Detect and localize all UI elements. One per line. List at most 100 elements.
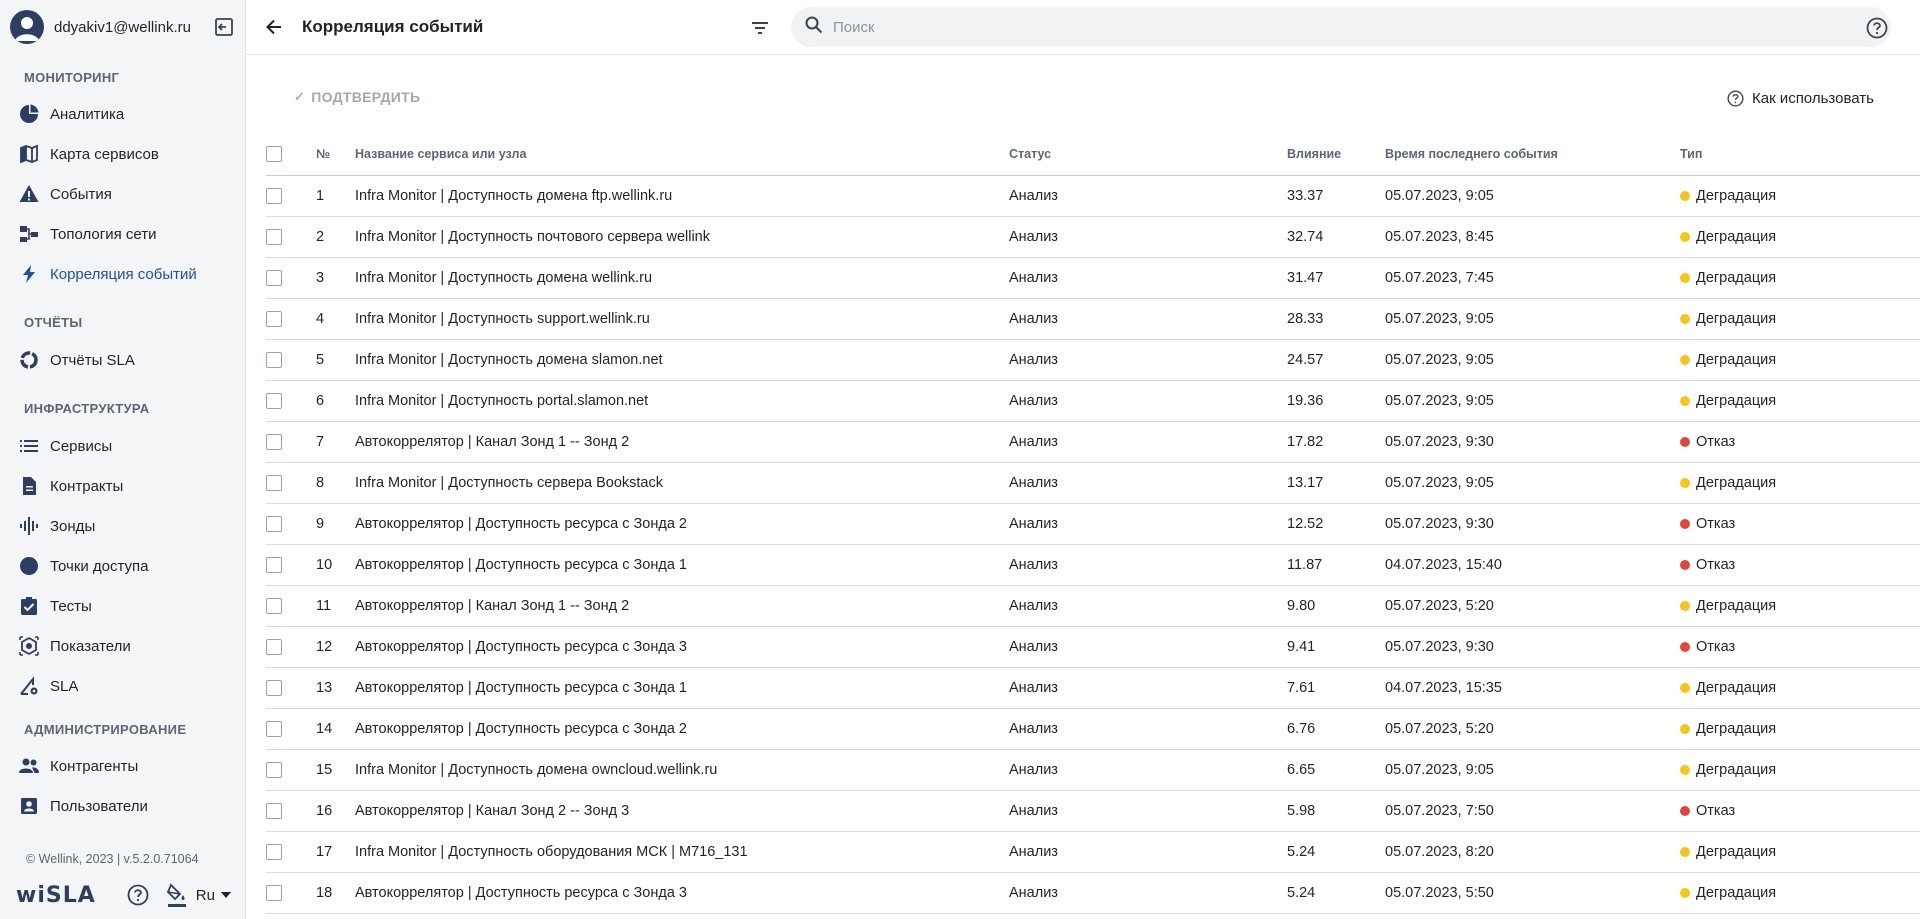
row-checkbox[interactable]	[266, 680, 282, 696]
row-checkbox[interactable]	[266, 311, 282, 327]
table-row[interactable]: 16 Автокоррелятор | Канал Зонд 2 -- Зонд …	[266, 791, 1920, 832]
row-checkbox[interactable]	[266, 434, 282, 450]
table-row[interactable]: 9 Автокоррелятор | Доступность ресурса с …	[266, 504, 1920, 545]
sidebar-item-events[interactable]: События	[0, 174, 245, 214]
service-name[interactable]: Автокоррелятор | Канал Зонд 2 -- Зонд 3	[355, 803, 1009, 819]
service-name[interactable]: Автокоррелятор | Канал Зонд 1 -- Зонд 2	[355, 598, 1009, 614]
row-checkbox[interactable]	[266, 762, 282, 778]
paint-bucket-icon[interactable]	[166, 882, 188, 908]
table-row[interactable]: 10 Автокоррелятор | Доступность ресурса с…	[266, 545, 1920, 586]
how-to-use-link[interactable]: Как использовать	[1726, 89, 1874, 107]
table-row[interactable]: 14 Автокоррелятор | Доступность ресурса с…	[266, 709, 1920, 750]
impact-value: 13.17	[1287, 475, 1324, 491]
search-input[interactable]	[833, 18, 1833, 36]
last-event-time: 05.07.2023, 9:05	[1385, 393, 1494, 409]
table-row[interactable]: 2 Infra Monitor | Доступность почтового с…	[266, 217, 1920, 258]
service-name[interactable]: Автокоррелятор | Доступность ресурса с З…	[355, 721, 1009, 737]
sidebar-item-analytics[interactable]: Аналитика	[0, 94, 245, 134]
column-header-last-event[interactable]: Время последнего события	[1385, 147, 1680, 161]
column-header-name[interactable]: Название сервиса или узла	[355, 147, 1009, 161]
type-label: Деградация	[1696, 680, 1777, 696]
service-name[interactable]: Автокоррелятор | Доступность ресурса с З…	[355, 885, 1009, 901]
row-checkbox[interactable]	[266, 598, 282, 614]
row-checkbox[interactable]	[266, 188, 282, 204]
column-header-num[interactable]: №	[316, 147, 355, 161]
column-header-type[interactable]: Тип	[1680, 147, 1880, 161]
row-select-cell	[266, 434, 316, 450]
service-name[interactable]: Infra Monitor | Доступность сервера Book…	[355, 475, 1009, 491]
column-header-status[interactable]: Статус	[1009, 147, 1287, 161]
help-icon[interactable]	[1864, 15, 1890, 41]
type-cell: Деградация	[1680, 188, 1880, 204]
table-row[interactable]: 17 Infra Monitor | Доступность оборудован…	[266, 832, 1920, 873]
confirm-button[interactable]: ✓ ПОДТВЕРДИТЬ	[294, 89, 420, 105]
service-name[interactable]: Infra Monitor | Доступность support.well…	[355, 311, 1009, 327]
status-text: Анализ	[1009, 680, 1058, 696]
avatar[interactable]	[10, 10, 44, 44]
sidebar-item-correlation[interactable]: Корреляция событий	[0, 254, 245, 294]
type-cell: Отказ	[1680, 803, 1880, 819]
type-cell: Деградация	[1680, 885, 1880, 901]
row-checkbox[interactable]	[266, 393, 282, 409]
table-row[interactable]: 1 Infra Monitor | Доступность домена ftp.…	[266, 176, 1920, 217]
type-label: Отказ	[1696, 803, 1736, 819]
row-checkbox[interactable]	[266, 844, 282, 860]
table-row[interactable]: 4 Infra Monitor | Доступность support.wel…	[266, 299, 1920, 340]
table-row[interactable]: 12 Автокоррелятор | Доступность ресурса с…	[266, 627, 1920, 668]
table-row[interactable]: 6 Infra Monitor | Доступность portal.slam…	[266, 381, 1920, 422]
service-name[interactable]: Infra Monitor | Доступность домена slamo…	[355, 352, 1009, 368]
sidebar-item-users[interactable]: Пользователи	[0, 786, 245, 826]
row-checkbox[interactable]	[266, 270, 282, 286]
service-name[interactable]: Автокоррелятор | Доступность ресурса с З…	[355, 639, 1009, 655]
language-select[interactable]: Ru	[196, 887, 231, 904]
sidebar-item-topology[interactable]: Топология сети	[0, 214, 245, 254]
help-icon[interactable]	[126, 883, 150, 907]
service-name[interactable]: Infra Monitor | Доступность portal.slamo…	[355, 393, 1009, 409]
service-name[interactable]: Infra Monitor | Доступность почтового се…	[355, 229, 1009, 245]
sidebar-item-indicators[interactable]: Показатели	[0, 626, 245, 666]
service-name[interactable]: Автокоррелятор | Канал Зонд 1 -- Зонд 2	[355, 434, 1009, 450]
sidebar-item-service-map[interactable]: Карта сервисов	[0, 134, 245, 174]
column-header-impact[interactable]: Влияние	[1287, 147, 1385, 161]
sidebar-item-access-points[interactable]: Точки доступа	[0, 546, 245, 586]
table-row[interactable]: 5 Infra Monitor | Доступность домена slam…	[266, 340, 1920, 381]
select-all-checkbox[interactable]	[266, 145, 282, 162]
logout-icon[interactable]	[212, 15, 236, 39]
row-checkbox[interactable]	[266, 721, 282, 737]
service-name[interactable]: Infra Monitor | Доступность домена owncl…	[355, 762, 1009, 778]
sidebar-item-tests[interactable]: Тесты	[0, 586, 245, 626]
table-row[interactable]: 7 Автокоррелятор | Канал Зонд 1 -- Зонд 2…	[266, 422, 1920, 463]
type-label: Деградация	[1696, 598, 1777, 614]
row-checkbox[interactable]	[266, 803, 282, 819]
row-checkbox[interactable]	[266, 352, 282, 368]
filter-icon[interactable]	[748, 16, 772, 40]
sidebar-item-sla-reports[interactable]: Отчёты SLA	[0, 340, 245, 380]
sidebar-item-services[interactable]: Сервисы	[0, 426, 245, 466]
row-checkbox[interactable]	[266, 557, 282, 573]
type-cell: Деградация	[1680, 598, 1880, 614]
row-checkbox[interactable]	[266, 229, 282, 245]
service-name[interactable]: Автокоррелятор | Доступность ресурса с З…	[355, 680, 1009, 696]
table-row[interactable]: 18 Автокоррелятор | Доступность ресурса с…	[266, 873, 1920, 914]
table-row[interactable]: 3 Infra Monitor | Доступность домена well…	[266, 258, 1920, 299]
service-name[interactable]: Infra Monitor | Доступность домена welli…	[355, 270, 1009, 286]
back-arrow-icon[interactable]	[262, 15, 286, 39]
service-name[interactable]: Infra Monitor | Доступность домена ftp.w…	[355, 188, 1009, 204]
row-select-cell	[266, 516, 316, 532]
table-row[interactable]: 13 Автокоррелятор | Доступность ресурса с…	[266, 668, 1920, 709]
service-name[interactable]: Автокоррелятор | Доступность ресурса с З…	[355, 516, 1009, 532]
service-name[interactable]: Автокоррелятор | Доступность ресурса с З…	[355, 557, 1009, 573]
table-row[interactable]: 11 Автокоррелятор | Канал Зонд 1 -- Зонд …	[266, 586, 1920, 627]
sidebar-item-sla[interactable]: SLA	[0, 666, 245, 706]
sidebar-item-contracts[interactable]: Контракты	[0, 466, 245, 506]
table-row[interactable]: 15 Infra Monitor | Доступность домена own…	[266, 750, 1920, 791]
sidebar-item-counterparties[interactable]: Контрагенты	[0, 746, 245, 786]
row-checkbox[interactable]	[266, 639, 282, 655]
table-row[interactable]: 8 Infra Monitor | Доступность сервера Boo…	[266, 463, 1920, 504]
row-checkbox[interactable]	[266, 885, 282, 901]
row-number: 7	[316, 434, 325, 450]
row-checkbox[interactable]	[266, 516, 282, 532]
service-name[interactable]: Infra Monitor | Доступность оборудования…	[355, 844, 1009, 860]
sidebar-item-probes[interactable]: Зонды	[0, 506, 245, 546]
row-checkbox[interactable]	[266, 475, 282, 491]
